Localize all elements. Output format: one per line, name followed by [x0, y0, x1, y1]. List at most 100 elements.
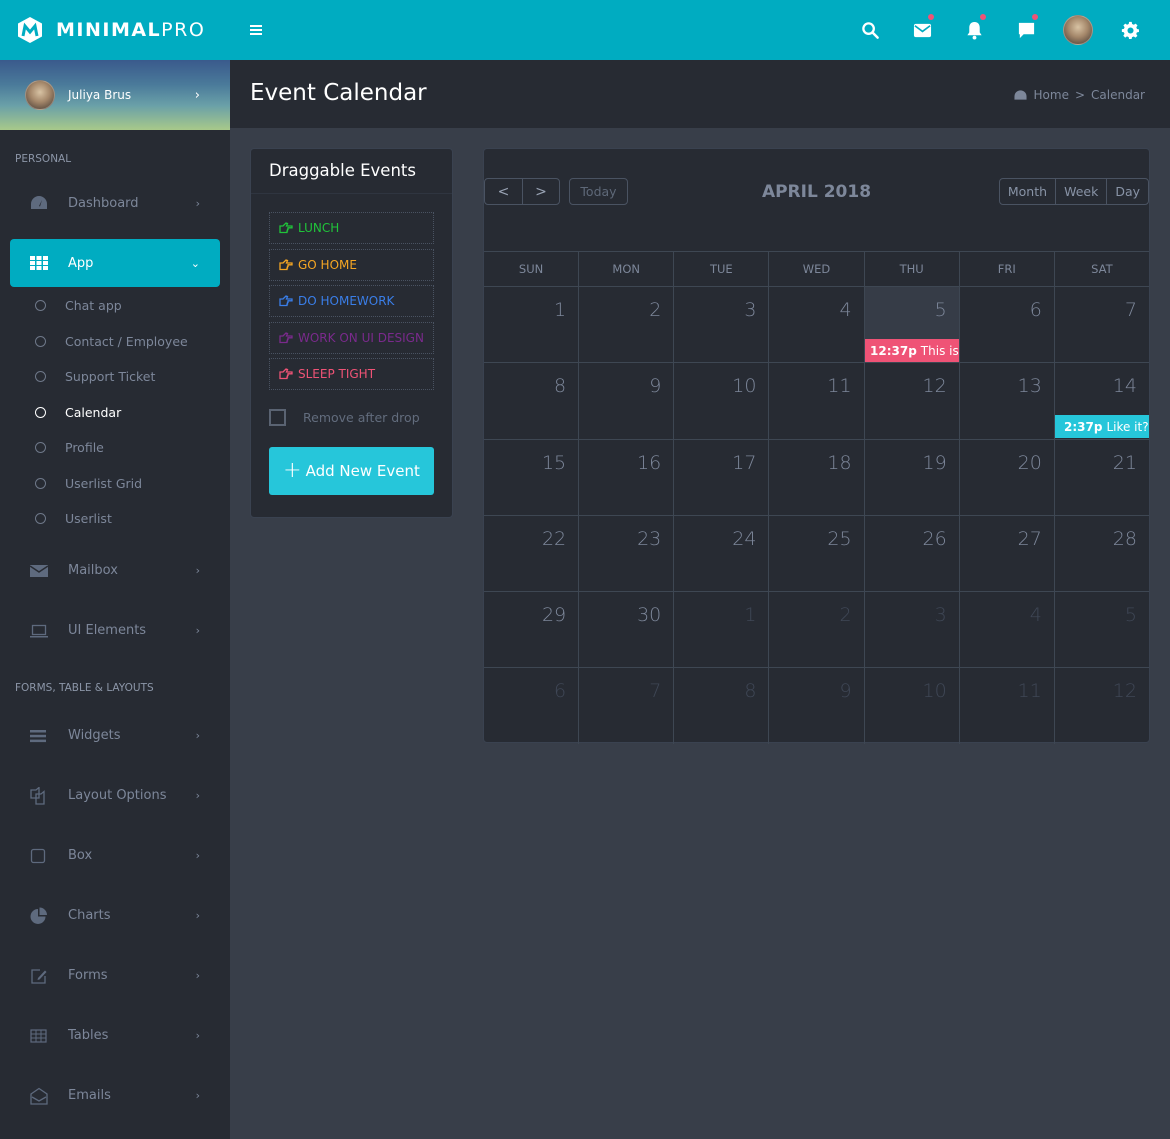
day-cell[interactable]: 12	[1053, 668, 1149, 744]
sidebar-item-charts[interactable]: Charts ›	[10, 892, 220, 940]
settings-button[interactable]	[1104, 0, 1156, 60]
day-cell[interactable]: 2	[578, 287, 673, 363]
plus-icon: +	[283, 457, 302, 483]
day-cell[interactable]: 8	[484, 363, 578, 438]
day-cell[interactable]: 1	[673, 592, 768, 668]
day-cell[interactable]: 27	[958, 515, 1054, 592]
day-cell[interactable]: 22	[484, 516, 578, 591]
circle-icon	[35, 477, 46, 489]
sidebar-item-calendar[interactable]: Calendar	[0, 395, 230, 431]
day-cell[interactable]: 3	[673, 287, 768, 363]
sidebar-item-tables[interactable]: Tables ›	[10, 1012, 220, 1060]
chevron-right-icon: ›	[194, 87, 200, 103]
day-cell[interactable]: 19	[863, 439, 959, 515]
day-cell[interactable]: 2	[768, 592, 863, 668]
day-cell[interactable]: 11	[958, 668, 1054, 744]
chevron-right-icon: ›	[195, 969, 200, 982]
weekday-header: MON	[578, 252, 673, 286]
day-view-button[interactable]: Day	[1106, 179, 1148, 204]
calendar-event[interactable]: 12:37pThis is t	[865, 339, 959, 362]
day-cell[interactable]: 23	[578, 515, 673, 592]
user-panel[interactable]: Juliya Brus ›	[0, 60, 230, 130]
user-avatar	[25, 80, 55, 110]
day-cell[interactable]: 9	[768, 668, 863, 744]
search-button[interactable]	[844, 0, 896, 60]
day-cell[interactable]: 11	[768, 363, 863, 439]
calendar-toolbar: < > Today APRIL 2018 Month Week Day	[484, 149, 1149, 251]
day-cell[interactable]: 15	[484, 440, 578, 515]
day-cell[interactable]: 28	[1053, 515, 1149, 592]
day-cell[interactable]: 10	[863, 668, 959, 744]
content-header: Event Calendar Home > Calendar	[230, 60, 1170, 128]
breadcrumb-current: Calendar	[1091, 88, 1145, 102]
day-cell[interactable]: 25	[768, 515, 863, 592]
sidebar-item-emails[interactable]: Emails ›	[10, 1072, 220, 1120]
notifications-button[interactable]	[948, 0, 1000, 60]
day-cell[interactable]: 30	[578, 592, 673, 668]
sidebar-item-widgets[interactable]: Widgets ›	[10, 712, 220, 760]
chevron-right-icon: ›	[195, 1089, 200, 1102]
day-cell[interactable]: 17	[673, 439, 768, 515]
week-view-button[interactable]: Week	[1055, 179, 1106, 204]
day-cell[interactable]: 7	[1053, 287, 1149, 363]
day-cell[interactable]: 10	[673, 363, 768, 439]
day-cell[interactable]: 16	[578, 439, 673, 515]
sidebar-toggle-button[interactable]	[250, 25, 262, 35]
user-avatar	[1063, 15, 1093, 45]
week-row: 8 9 10 11 12 13 14 2:37p Like it?	[484, 362, 1149, 439]
sidebar-item-contact-employee[interactable]: Contact / Employee	[0, 324, 230, 360]
day-cell[interactable]: 4	[958, 592, 1054, 668]
breadcrumb: Home > Calendar	[1013, 88, 1145, 102]
sidebar-item-mailbox[interactable]: Mailbox ›	[10, 547, 220, 595]
draggable-event[interactable]: LUNCH	[269, 212, 434, 244]
day-cell[interactable]: 6	[484, 668, 578, 743]
month-view-button[interactable]: Month	[1000, 179, 1055, 204]
day-cell[interactable]: 7	[578, 668, 673, 744]
month-grid: 123456712:37pThis is t8910111213142:37pL…	[484, 286, 1149, 744]
day-cell[interactable]: 13	[958, 363, 1054, 439]
weekday-header-row: SUN MON TUE WED THU FRI SAT	[484, 251, 1149, 286]
calendar-event[interactable]: 2:37p Like it?	[1055, 415, 1149, 439]
user-menu-button[interactable]	[1052, 0, 1104, 60]
day-cell[interactable]: 24	[673, 515, 768, 592]
sidebar-item-support-ticket[interactable]: Support Ticket	[0, 359, 230, 395]
apps-grid-icon	[30, 254, 48, 272]
sidebar-item-layout-options[interactable]: Layout Options ›	[10, 772, 220, 820]
sidebar-item-dashboard[interactable]: Dashboard ›	[10, 179, 220, 227]
day-cell[interactable]: 3	[863, 592, 959, 668]
weekday-header: TUE	[673, 252, 768, 286]
draggable-event[interactable]: WORK ON UI DESIGN	[269, 321, 434, 354]
day-cell[interactable]: 9	[578, 363, 673, 439]
sidebar-item-forms[interactable]: Forms ›	[10, 952, 220, 1000]
breadcrumb-home[interactable]: Home	[1034, 88, 1069, 102]
day-cell[interactable]: 1	[484, 287, 578, 362]
remove-after-drop-checkbox[interactable]	[269, 408, 286, 426]
day-cell[interactable]: 5	[1053, 592, 1149, 668]
day-cell[interactable]: 26	[863, 515, 959, 592]
day-cell[interactable]: 8	[673, 668, 768, 744]
sidebar-item-userlist-grid[interactable]: Userlist Grid	[0, 466, 230, 502]
draggable-event[interactable]: SLEEP TIGHT	[269, 358, 434, 390]
event-calendar: < > Today APRIL 2018 Month Week Day SUN M…	[483, 148, 1150, 744]
sidebar-item-chat-app[interactable]: Chat app	[0, 288, 230, 324]
day-cell[interactable]: 4	[768, 287, 863, 363]
day-cell[interactable]: 21	[1053, 439, 1149, 515]
day-cell[interactable]: 12	[863, 363, 959, 439]
brand-logo[interactable]: MINIMALPRO	[0, 0, 230, 60]
day-cell[interactable]: 20	[958, 439, 1054, 515]
chat-button[interactable]	[1000, 0, 1052, 60]
copy-icon	[30, 786, 48, 805]
draggable-event[interactable]: GO HOME	[269, 248, 434, 281]
messages-button[interactable]	[896, 0, 948, 60]
hand-pointing-icon	[279, 222, 293, 234]
add-new-event-button[interactable]: + Add New Event	[269, 446, 434, 495]
sidebar-item-box[interactable]: Box ›	[10, 832, 220, 880]
day-cell[interactable]: 6	[958, 287, 1054, 363]
day-cell[interactable]: 29	[484, 592, 578, 667]
sidebar-item-app[interactable]: App ⌄	[10, 239, 220, 287]
sidebar-item-userlist[interactable]: Userlist	[0, 501, 230, 537]
sidebar-item-profile[interactable]: Profile	[0, 430, 230, 466]
draggable-event[interactable]: DO HOMEWORK	[269, 285, 434, 317]
sidebar-item-ui-elements[interactable]: UI Elements ›	[10, 607, 220, 655]
day-cell[interactable]: 18	[768, 439, 863, 515]
